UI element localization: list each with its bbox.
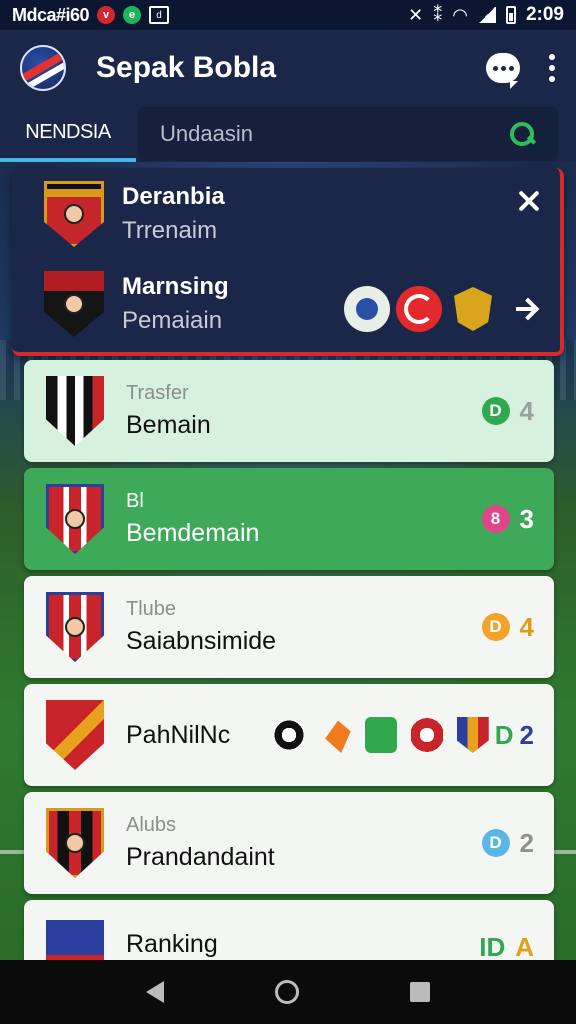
list-item-category: Trasfer	[126, 382, 189, 404]
carrier-text: Mdca#i60	[12, 4, 90, 25]
club-crest-icon	[46, 808, 104, 878]
vibrate-icon: ⁑	[433, 4, 443, 25]
notification-box-icon: d	[149, 6, 170, 24]
wifi-icon: ◠	[452, 4, 468, 25]
list-item-value: A	[515, 932, 534, 962]
tab-search-row: NENDSIA	[0, 106, 576, 162]
club-badge-icon[interactable]	[344, 286, 390, 332]
home-icon[interactable]	[274, 980, 299, 1004]
club-badge-icon[interactable]	[396, 286, 442, 332]
list-item-value: 4	[519, 395, 534, 426]
status-badge: D	[481, 829, 510, 857]
list-item-category: Bl	[126, 490, 144, 512]
app-logo-icon[interactable]	[20, 45, 66, 91]
battery-icon	[505, 6, 516, 24]
club-badge-icon[interactable]	[325, 720, 351, 753]
list-item[interactable]: PahNilNc D 2	[24, 684, 554, 786]
list-item-title: Prandandaint	[126, 843, 275, 871]
list-item-category: Alubs	[126, 814, 177, 836]
list-item-title: Bemain	[126, 411, 211, 439]
list-item[interactable]: Tlube Saiabnsimide D 4	[24, 576, 554, 678]
search-icon[interactable]	[508, 120, 536, 148]
popup-row-sub: Pemaiain	[122, 307, 223, 334]
status-badge: D	[481, 397, 510, 425]
list-item-value: 4	[519, 611, 534, 642]
status-badge: D	[494, 719, 514, 750]
app-title: Sepak Bobla	[96, 51, 277, 84]
club-crest-icon	[46, 700, 104, 770]
signal-icon	[477, 7, 496, 23]
club-badge-icon[interactable]	[410, 717, 443, 753]
club-badge-icon[interactable]	[364, 717, 397, 753]
club-crest-icon	[46, 376, 104, 446]
status-badge: ID	[479, 932, 506, 962]
notification-green-icon: e	[123, 6, 142, 24]
app-bar: Sepak Bobla	[0, 30, 576, 106]
mute-icon: ✕	[408, 4, 424, 25]
club-badge-icon[interactable]	[454, 287, 492, 331]
tab-indonesia[interactable]: NENDSIA	[0, 106, 136, 162]
notification-red-icon: v	[97, 6, 116, 24]
list-item-category: Tlube	[126, 598, 177, 620]
list-item-value: 2	[519, 827, 534, 858]
arrow-right-icon[interactable]	[516, 298, 538, 320]
club-crest-icon	[46, 592, 104, 662]
status-bar: Mdca#i60 v e d ✕ ⁑ ◠ 2:09	[0, 0, 576, 30]
system-nav-bar	[0, 960, 576, 1024]
match-popup-card[interactable]: Deranbia Trrenaim Marnsing Pemaiain	[12, 168, 564, 356]
club-crest-icon	[44, 181, 104, 247]
list-item[interactable]: Bl Bemdemain 8 3	[24, 468, 554, 570]
clock: 2:09	[525, 4, 564, 25]
list-item-title: Bemdemain	[126, 519, 260, 547]
list-item-title: PahNilNc	[126, 720, 231, 749]
popup-row[interactable]: Deranbia Trrenaim	[12, 174, 560, 254]
back-icon[interactable]	[145, 981, 164, 1003]
search-input[interactable]	[160, 121, 508, 147]
list-item[interactable]: Trasfer Bemain D 4	[24, 360, 554, 462]
club-crest-icon	[44, 271, 104, 337]
more-options-icon[interactable]	[548, 54, 556, 82]
club-badge-icon[interactable]	[272, 717, 305, 753]
popup-row-name: Marnsing	[122, 273, 229, 300]
list-item-title: Saiabnsimide	[126, 627, 277, 655]
recent-apps-icon[interactable]	[410, 982, 431, 1002]
popup-row-name: Deranbia	[122, 183, 225, 210]
status-badge: D	[481, 613, 510, 641]
list-item-value: 2	[519, 719, 534, 750]
list-item[interactable]: Alubs Prandandaint D 2	[24, 792, 554, 894]
club-badges	[344, 286, 538, 332]
list-item-value: 3	[519, 503, 534, 534]
club-badge-icon[interactable]	[456, 717, 489, 753]
chat-icon[interactable]	[486, 53, 520, 89]
popup-row-sub: Trrenaim	[122, 217, 218, 244]
club-crest-icon	[46, 484, 104, 554]
close-icon[interactable]	[518, 190, 540, 212]
status-badge: 8	[481, 505, 510, 533]
list-item-title: Ranking	[126, 930, 218, 958]
search-bar[interactable]	[138, 107, 558, 161]
